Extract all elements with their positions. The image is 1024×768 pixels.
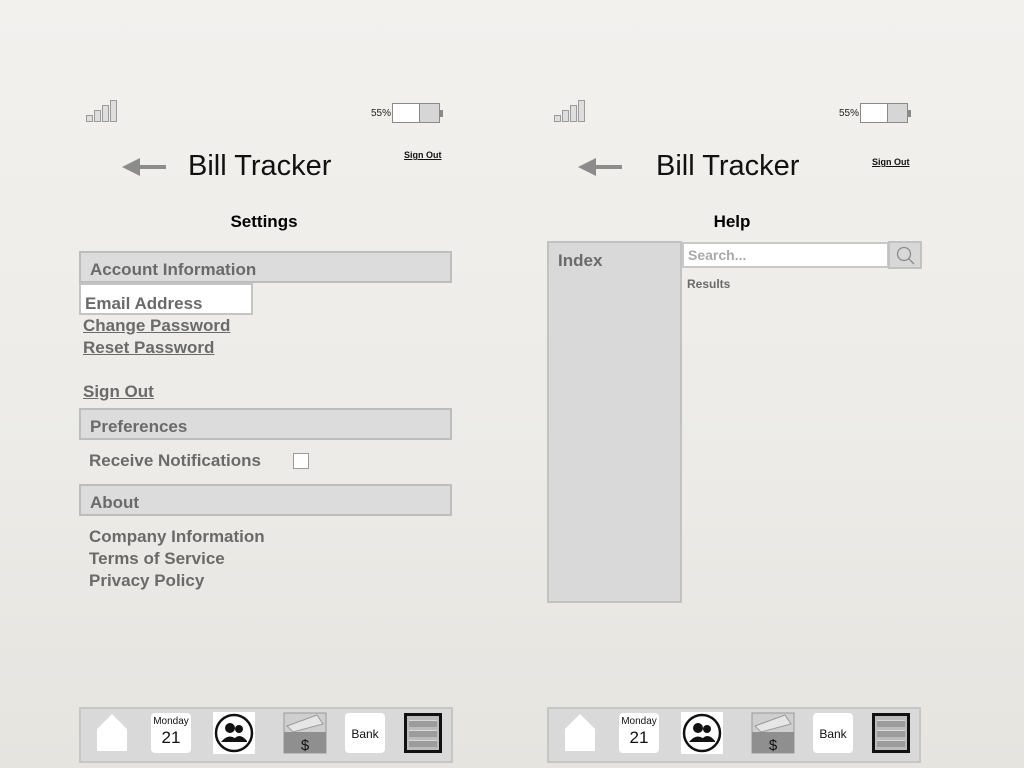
sign-out-link[interactable]: Sign Out — [83, 382, 154, 402]
signal-strength-icon — [554, 100, 588, 122]
back-arrow-icon[interactable] — [578, 156, 624, 178]
calendar-day: Monday — [621, 716, 657, 727]
battery-percent: 55% — [371, 108, 392, 119]
account-information-header[interactable]: Account Information — [79, 251, 452, 283]
tab-bar: Monday 21 $ Bank — [547, 707, 921, 763]
sign-out-link-top[interactable]: Sign Out — [872, 157, 910, 167]
about-header[interactable]: About — [79, 484, 452, 516]
people-tab-icon[interactable] — [213, 712, 255, 754]
receive-notifications-checkbox[interactable] — [293, 453, 309, 469]
page-title: Settings — [230, 212, 298, 231]
bank-tab[interactable]: Bank — [813, 713, 853, 753]
email-address-field[interactable]: Email Address — [79, 283, 253, 315]
search-input[interactable] — [682, 242, 889, 268]
tab-bar: Monday 21 $ Bank — [79, 707, 453, 763]
page-title: Help — [713, 212, 751, 231]
bills-dollar-sign: $ — [301, 737, 310, 754]
app-title: Bill Tracker — [656, 150, 800, 182]
reset-password-link[interactable]: Reset Password — [83, 338, 214, 358]
back-arrow-icon[interactable] — [122, 156, 168, 178]
calendar-tab[interactable]: Monday 21 — [619, 713, 659, 753]
company-information-link[interactable]: Company Information — [89, 527, 265, 547]
settings-screen: 55% Bill Tracker Sign Out Settings Accou… — [78, 0, 458, 768]
results-label: Results — [687, 277, 731, 291]
search-button[interactable] — [888, 241, 922, 269]
battery-icon — [860, 103, 911, 123]
battery-icon — [392, 103, 443, 123]
battery-percent: 55% — [839, 108, 860, 119]
bank-tab-label: Bank — [351, 727, 379, 741]
calendar-day: Monday — [153, 716, 189, 727]
terms-of-service-link[interactable]: Terms of Service — [89, 549, 225, 569]
bills-tab-icon[interactable]: $ — [751, 712, 795, 754]
search-icon — [896, 246, 915, 265]
app-title: Bill Tracker — [188, 150, 332, 182]
home-tab-icon[interactable] — [96, 712, 128, 752]
people-tab-icon[interactable] — [681, 712, 723, 754]
index-panel: Index — [547, 241, 682, 603]
index-label: Index — [558, 251, 603, 270]
bills-tab-icon[interactable]: $ — [283, 712, 327, 754]
bank-tab[interactable]: Bank — [345, 713, 385, 753]
calendar-tab[interactable]: Monday 21 — [151, 713, 191, 753]
bank-tab-label: Bank — [819, 727, 847, 741]
receive-notifications-label: Receive Notifications — [89, 451, 261, 470]
calendar-date: 21 — [629, 728, 649, 747]
menu-tab-icon[interactable] — [872, 713, 910, 753]
change-password-link[interactable]: Change Password — [83, 316, 230, 336]
calendar-date: 21 — [161, 728, 181, 747]
privacy-policy-link[interactable]: Privacy Policy — [89, 571, 204, 591]
bills-dollar-sign: $ — [769, 737, 778, 754]
signal-strength-icon — [86, 100, 120, 122]
sign-out-link-top[interactable]: Sign Out — [404, 150, 442, 160]
help-screen: 55% Bill Tracker Sign Out Help Index Res… — [546, 0, 926, 768]
menu-tab-icon[interactable] — [404, 713, 442, 753]
preferences-header[interactable]: Preferences — [79, 408, 452, 440]
home-tab-icon[interactable] — [564, 712, 596, 752]
